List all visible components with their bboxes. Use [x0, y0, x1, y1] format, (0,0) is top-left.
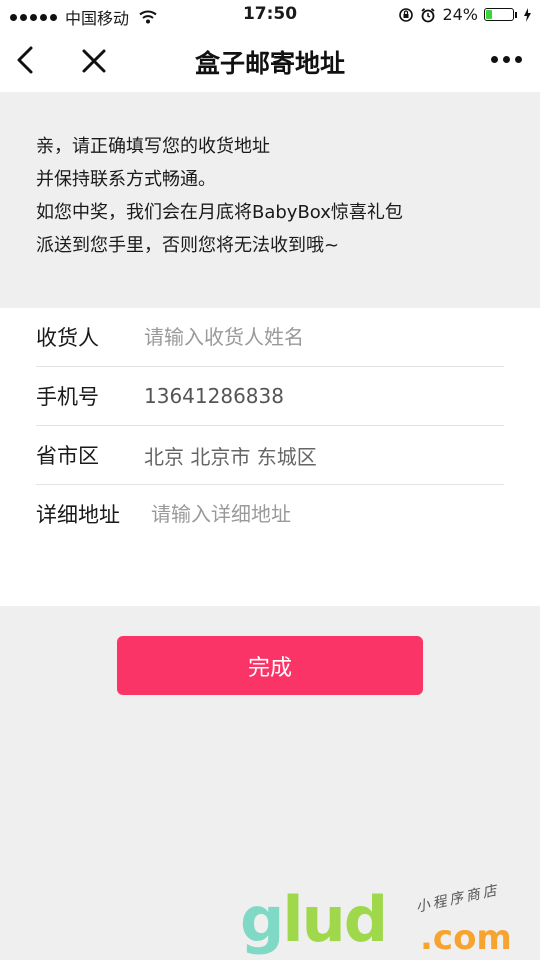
status-bar: 中国移动 17:50 24%	[0, 0, 540, 30]
address-input[interactable]	[151, 502, 491, 526]
recipient-label: 收货人	[36, 326, 99, 350]
notice-line: 并保持联系方式畅通。	[36, 169, 216, 190]
recipient-row: 收货人	[36, 308, 504, 367]
watermark-logo: glud 小程序商店 .com	[240, 880, 530, 960]
address-form: 收货人 手机号 省市区 北京 北京市 东城区 详细地址	[0, 308, 540, 606]
notice-line: 派送到您手里，否则您将无法收到哦~	[36, 235, 340, 256]
more-options-icon[interactable]	[491, 56, 522, 63]
page-title: 盒子邮寄地址	[194, 49, 345, 78]
phone-row: 手机号	[36, 367, 504, 426]
notice-text: 亲，请正确填写您的收货地址 并保持联系方式畅通。 如您中奖，我们会在月底将Bab…	[36, 130, 516, 262]
notice-line: 如您中奖，我们会在月底将BabyBox惊喜礼包	[36, 202, 403, 223]
region-row: 省市区 北京 北京市 东城区	[36, 426, 504, 485]
phone-input[interactable]	[144, 384, 484, 408]
address-row: 详细地址	[36, 485, 504, 543]
nav-bar: 盒子邮寄地址	[0, 30, 540, 92]
region-selector[interactable]: 北京 北京市 东城区	[144, 441, 317, 470]
battery-cap	[515, 11, 517, 18]
watermark-tagline: 小程序商店	[414, 882, 501, 916]
region-label: 省市区	[36, 444, 99, 468]
address-label: 详细地址	[36, 503, 120, 527]
phone-label: 手机号	[36, 385, 99, 409]
battery-icon	[484, 8, 514, 21]
battery-percent: 24%	[442, 5, 478, 24]
charging-icon	[524, 7, 531, 22]
recipient-input[interactable]	[144, 325, 484, 349]
alarm-icon	[421, 7, 436, 22]
notice-line: 亲，请正确填写您的收货地址	[36, 136, 270, 157]
status-right: 24%	[398, 5, 532, 24]
watermark-domain: .com	[420, 918, 512, 958]
rotation-lock-icon	[399, 7, 414, 22]
watermark-main: glud	[240, 883, 388, 956]
submit-button[interactable]: 完成	[117, 636, 423, 695]
